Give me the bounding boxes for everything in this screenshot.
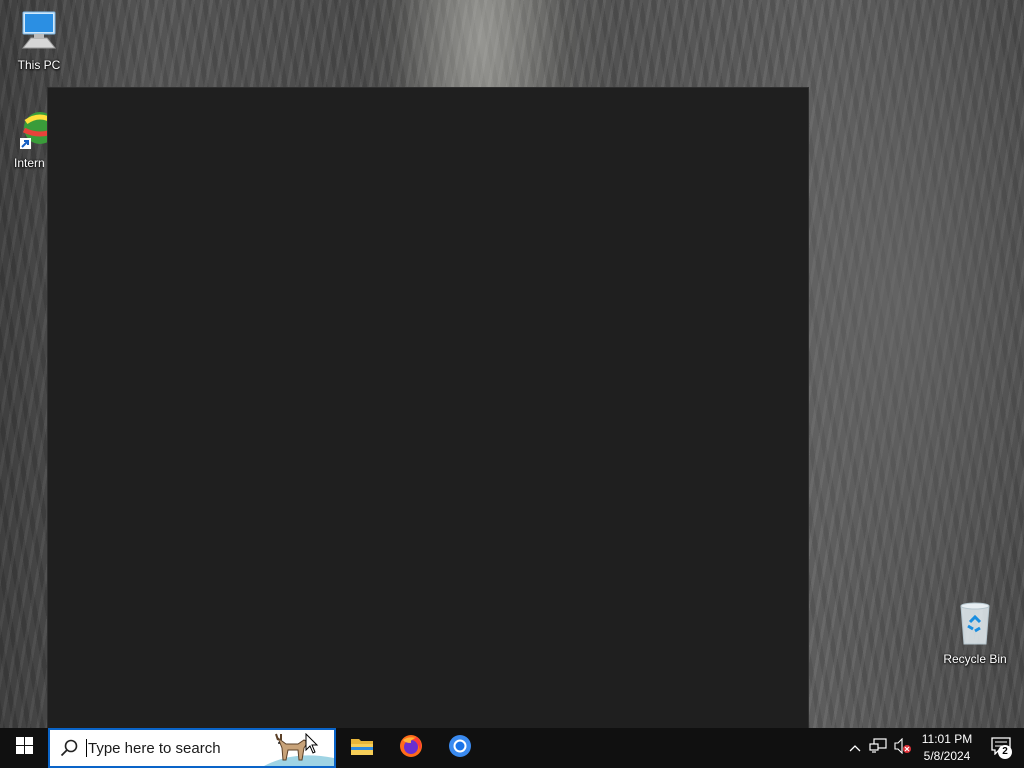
taskbar-file-explorer[interactable] — [338, 728, 386, 768]
search-highlight-donkey-icon — [264, 730, 334, 766]
clock-time: 11:01 PM — [921, 732, 973, 746]
start-button[interactable] — [0, 728, 48, 768]
this-pc-desktop-icon[interactable]: This PC — [1, 8, 77, 73]
system-tray: 11:01 PM 5/8/2024 2 — [844, 728, 1024, 768]
mouse-pointer-icon — [305, 732, 319, 760]
notification-count-badge: 2 — [998, 745, 1012, 759]
computer-icon — [1, 8, 77, 56]
taskbar-firefox[interactable] — [387, 728, 435, 768]
search-input[interactable] — [86, 738, 270, 758]
blank-app-window[interactable] — [48, 88, 808, 728]
volume-muted-icon — [894, 737, 912, 759]
clock-date: 5/8/2024 — [923, 749, 971, 763]
desktop[interactable]: This PC Intern Downl Recycle Bin — [0, 0, 1024, 728]
windows-logo-icon — [15, 737, 33, 759]
taskbar-clock[interactable]: 11:01 PM 5/8/2024 — [916, 728, 978, 768]
firefox-icon — [399, 734, 423, 763]
recycle-bin-icon — [937, 600, 1013, 650]
network-tray-button[interactable] — [866, 728, 890, 768]
folder-icon — [350, 736, 374, 761]
search-icon — [60, 739, 78, 757]
chrome-icon — [448, 734, 472, 763]
chevron-up-icon — [849, 739, 861, 757]
action-center-button[interactable]: 2 — [978, 728, 1024, 768]
recycle-bin-desktop-icon[interactable]: Recycle Bin — [937, 600, 1013, 667]
volume-tray-button[interactable] — [890, 728, 916, 768]
this-pc-label: This PC — [17, 58, 61, 72]
taskbar-search-box[interactable] — [48, 728, 336, 768]
taskbar: 11:01 PM 5/8/2024 2 — [0, 728, 1024, 768]
recycle-bin-label: Recycle Bin — [943, 652, 1007, 666]
network-icon — [869, 737, 887, 759]
show-hidden-icons-button[interactable] — [844, 728, 866, 768]
taskbar-chrome[interactable] — [436, 728, 484, 768]
idm-label: Intern Downl — [14, 156, 44, 170]
